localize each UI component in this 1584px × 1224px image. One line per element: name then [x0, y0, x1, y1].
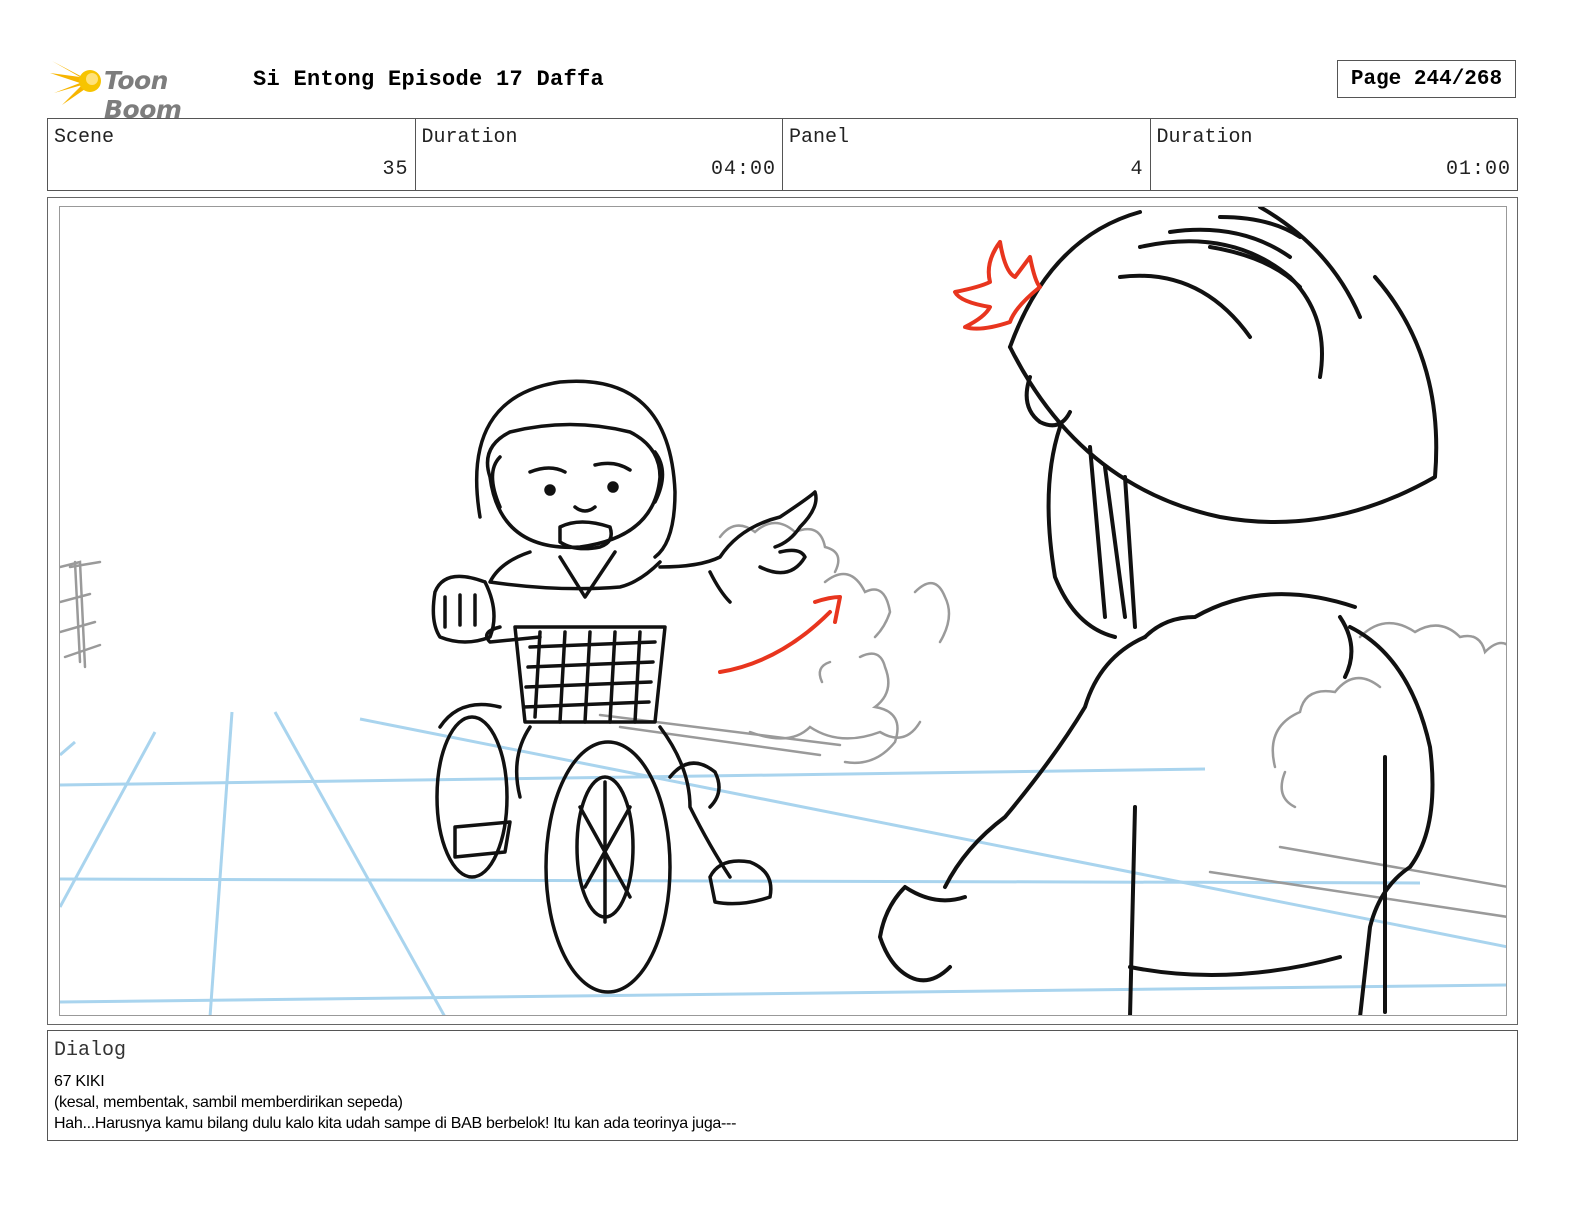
- red-accent-marks: [718, 240, 1042, 674]
- scene-duration-value: 04:00: [710, 158, 776, 181]
- logo-text: Toon Boom: [104, 66, 182, 124]
- page-number: Page 244/268: [1337, 60, 1516, 98]
- perspective-guides: [60, 711, 1506, 1015]
- dialog-line: Hah...Harusnya kamu bilang dulu kalo kit…: [54, 1115, 737, 1132]
- dialog-character: 67 KIKI: [54, 1073, 105, 1090]
- toon-boom-logo-icon: [50, 61, 101, 105]
- panel-value: 4: [1130, 158, 1144, 181]
- panel-label: Panel: [789, 126, 850, 149]
- dialog-box: Dialog 67 KIKI (kesal, membentak, sambil…: [47, 1030, 1518, 1141]
- dialog-label: Dialog: [54, 1039, 127, 1062]
- panel-duration-cell: Duration 01:00: [1151, 119, 1518, 190]
- toon-boom-logo: Toon Boom: [50, 55, 240, 124]
- scene-duration-label: Duration: [421, 126, 518, 149]
- panel-cell: Panel 4: [783, 119, 1151, 190]
- storyboard-panel-frame: [47, 197, 1518, 1025]
- storyboard-sketch: [60, 207, 1506, 1015]
- dialog-direction: (kesal, membentak, sambil memberdirikan …: [54, 1094, 403, 1111]
- scene-cell: Scene 35: [48, 119, 416, 190]
- dialog-text: 67 KIKI (kesal, membentak, sambil member…: [54, 1071, 736, 1134]
- info-table: Scene 35 Duration 04:00 Panel 4 Duration…: [47, 118, 1518, 191]
- document-title: Si Entong Episode 17 Daffa: [253, 67, 605, 92]
- scene-duration-cell: Duration 04:00: [416, 119, 783, 190]
- panel-duration-value: 01:00: [1445, 158, 1511, 181]
- scene-label: Scene: [54, 126, 115, 149]
- dust-clouds: [60, 521, 1506, 918]
- scene-value: 35: [382, 158, 409, 181]
- panel-duration-label: Duration: [1156, 126, 1253, 149]
- kid-on-bicycle-sketch: [431, 379, 818, 994]
- storyboard-panel: [59, 206, 1507, 1016]
